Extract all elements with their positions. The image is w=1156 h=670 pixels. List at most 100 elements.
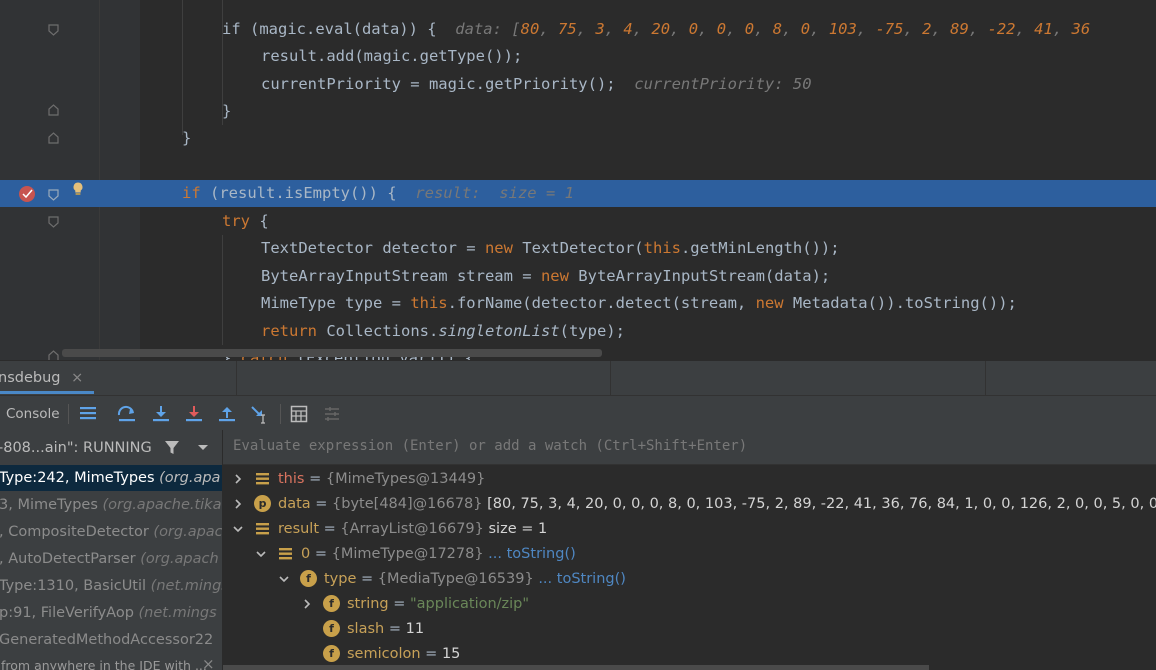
stack-frame-item[interactable]: Type:1310, BasicUtil (net.mings — [0, 573, 222, 599]
equals-sign: = — [356, 571, 378, 587]
show-execution-point-icon[interactable] — [78, 404, 98, 424]
step-over-icon[interactable] — [117, 404, 137, 424]
chevron-right-icon[interactable] — [233, 499, 243, 509]
code-line[interactable]: ByteArrayInputStream stream = new ByteAr… — [0, 263, 1156, 290]
variables-horizontal-scrollbar[interactable] — [223, 665, 929, 670]
variable-row[interactable]: f slash = 11 — [223, 617, 1156, 642]
fold-marker-icon[interactable] — [48, 189, 59, 201]
hint-number: 8 — [772, 20, 783, 38]
tab-separator — [610, 361, 611, 395]
console-tab[interactable]: Console — [6, 396, 60, 432]
code-line[interactable]: currentPriority = magic.getPriority(); c… — [0, 71, 1156, 98]
variable-row[interactable]: f string = "application/zip" — [223, 592, 1156, 617]
current-execution-line[interactable]: if (result.isEmpty()) { result: size = 1 — [0, 180, 1156, 207]
editor-horizontal-scrollbar[interactable] — [62, 349, 602, 357]
object-list-icon — [254, 470, 271, 487]
step-out-icon[interactable] — [217, 404, 237, 424]
chevron-right-icon[interactable] — [233, 474, 243, 484]
variable-type: {MimeType@17278} — [331, 546, 484, 562]
variable-value: 11 — [405, 621, 425, 637]
trace-stream-icon[interactable] — [322, 404, 342, 424]
breakpoint-icon[interactable] — [19, 186, 35, 202]
stack-frame-item[interactable]: GeneratedMethodAccessor22 — [0, 627, 222, 653]
code-line[interactable]: result.add(magic.getType()); — [0, 43, 1156, 70]
code-token: return — [261, 322, 327, 340]
hint-text: , — [903, 20, 923, 38]
variable-row[interactable]: f semicolon = 15 — [223, 642, 1156, 667]
object-list-icon — [277, 545, 294, 562]
run-to-cursor-icon[interactable] — [250, 404, 270, 424]
filter-icon[interactable] — [164, 440, 180, 456]
field-icon: f — [323, 595, 340, 612]
code-text: MimeType type = this.forName(detector.de… — [261, 290, 1017, 317]
code-token: result.add(magic.getType()); — [261, 47, 523, 65]
fold-marker-icon[interactable] — [48, 350, 59, 360]
evaluate-expression-icon[interactable] — [289, 404, 309, 424]
stack-frame-item[interactable]: 3, MimeTypes (org.apache.tika — [0, 492, 222, 518]
code-line[interactable]: } — [0, 125, 1156, 152]
hint-number: 36 — [1071, 20, 1091, 38]
force-step-into-icon[interactable] — [184, 404, 204, 424]
code-token: (type); — [559, 322, 625, 340]
thread-selector[interactable]: -808...ain": RUNNING — [0, 430, 222, 464]
code-text: try { — [222, 208, 269, 235]
code-token: ByteArrayInputStream stream = — [261, 267, 541, 285]
variable-row[interactable]: result = {ArrayList@16679} size = 1 — [223, 517, 1156, 542]
hint-text: , — [810, 20, 829, 38]
chevron-down-icon[interactable] — [197, 444, 209, 452]
chevron-down-icon[interactable] — [233, 524, 243, 534]
step-into-icon[interactable] — [151, 404, 171, 424]
code-line[interactable]: if (magic.eval(data)) { data: [80, 75, 3… — [0, 16, 1156, 43]
code-editor[interactable]: if (magic.eval(data)) { data: [80, 75, 3… — [0, 0, 1156, 360]
variable-row[interactable]: f type = {MediaType@16539} ... toString() — [223, 567, 1156, 592]
code-token: TextDetector detector = — [261, 239, 485, 257]
hint-number: 75 — [557, 20, 577, 38]
equals-sign: = — [319, 521, 341, 537]
watch-input[interactable]: Evaluate expression (Enter) or add a wat… — [223, 430, 1156, 465]
inline-value-hint: currentPriority: 50 — [615, 75, 812, 93]
variable-name: result — [278, 521, 320, 537]
hint-number: 103 — [828, 20, 857, 38]
code-line[interactable]: MimeType type = this.forName(detector.de… — [0, 290, 1156, 317]
fold-marker-icon[interactable] — [48, 24, 59, 36]
close-icon[interactable]: × — [71, 370, 83, 386]
intention-bulb-icon[interactable] — [72, 182, 84, 196]
code-line[interactable]: return Collections.singletonList(type); — [0, 318, 1156, 345]
debug-tab-bar: nsdebug × — [0, 360, 1156, 395]
fold-marker-icon[interactable] — [48, 216, 59, 228]
variable-row[interactable]: this = {MimeTypes@13449} — [223, 467, 1156, 492]
inline-value-hint: result: size = 1 — [396, 184, 574, 202]
hint-text: , — [670, 20, 689, 38]
chevron-down-icon[interactable] — [256, 549, 266, 559]
variable-row[interactable]: p data = {byte[484]@16678} [80, 75, 3, 4,… — [223, 492, 1156, 517]
close-icon[interactable]: × — [202, 655, 215, 670]
inline-value-hint: data: [80, 75, 3, 4, 20, 0, 0, 0, 8, 0, … — [436, 20, 1091, 38]
hint-number: 20 — [651, 20, 671, 38]
tab-separator — [985, 361, 986, 395]
code-line[interactable]: TextDetector detector = new TextDetector… — [0, 235, 1156, 262]
hint-number: 0 — [716, 20, 727, 38]
code-line[interactable]: } — [0, 98, 1156, 125]
stack-frame-item[interactable]: p:91, FileVerifyAop (net.mings — [0, 600, 222, 626]
code-line[interactable] — [0, 153, 1156, 180]
tab-nsdebug[interactable]: nsdebug × — [0, 361, 87, 393]
fold-marker-icon[interactable] — [48, 104, 59, 116]
code-token: try — [222, 212, 260, 230]
frame-location: Type:242, MimeTypes — [0, 470, 160, 486]
code-text: ByteArrayInputStream stream = new ByteAr… — [261, 263, 830, 290]
tostring-link[interactable]: ... toString() — [484, 546, 576, 562]
stack-frame-item[interactable]: , CompositeDetector (org.apac — [0, 519, 222, 545]
code-token: .forName(detector.detect(stream, — [447, 294, 756, 312]
fold-marker-icon[interactable] — [48, 132, 59, 144]
variable-row[interactable]: 0 = {MimeType@17278} ... toString() — [223, 542, 1156, 567]
chevron-down-icon[interactable] — [279, 574, 289, 584]
code-line[interactable]: try { — [0, 208, 1156, 235]
hint-text: data: [ — [436, 20, 521, 38]
stack-frame-item[interactable]: , AutoDetectParser (org.apach — [0, 546, 222, 572]
code-text: result.add(magic.getType()); — [261, 43, 522, 70]
variable-name: this — [278, 471, 305, 487]
tostring-link[interactable]: ... toString() — [534, 571, 626, 587]
stack-frame-item[interactable]: Type:242, MimeTypes (org.apa — [0, 465, 222, 491]
frame-location: , AutoDetectParser — [0, 551, 141, 567]
chevron-right-icon[interactable] — [302, 599, 312, 609]
